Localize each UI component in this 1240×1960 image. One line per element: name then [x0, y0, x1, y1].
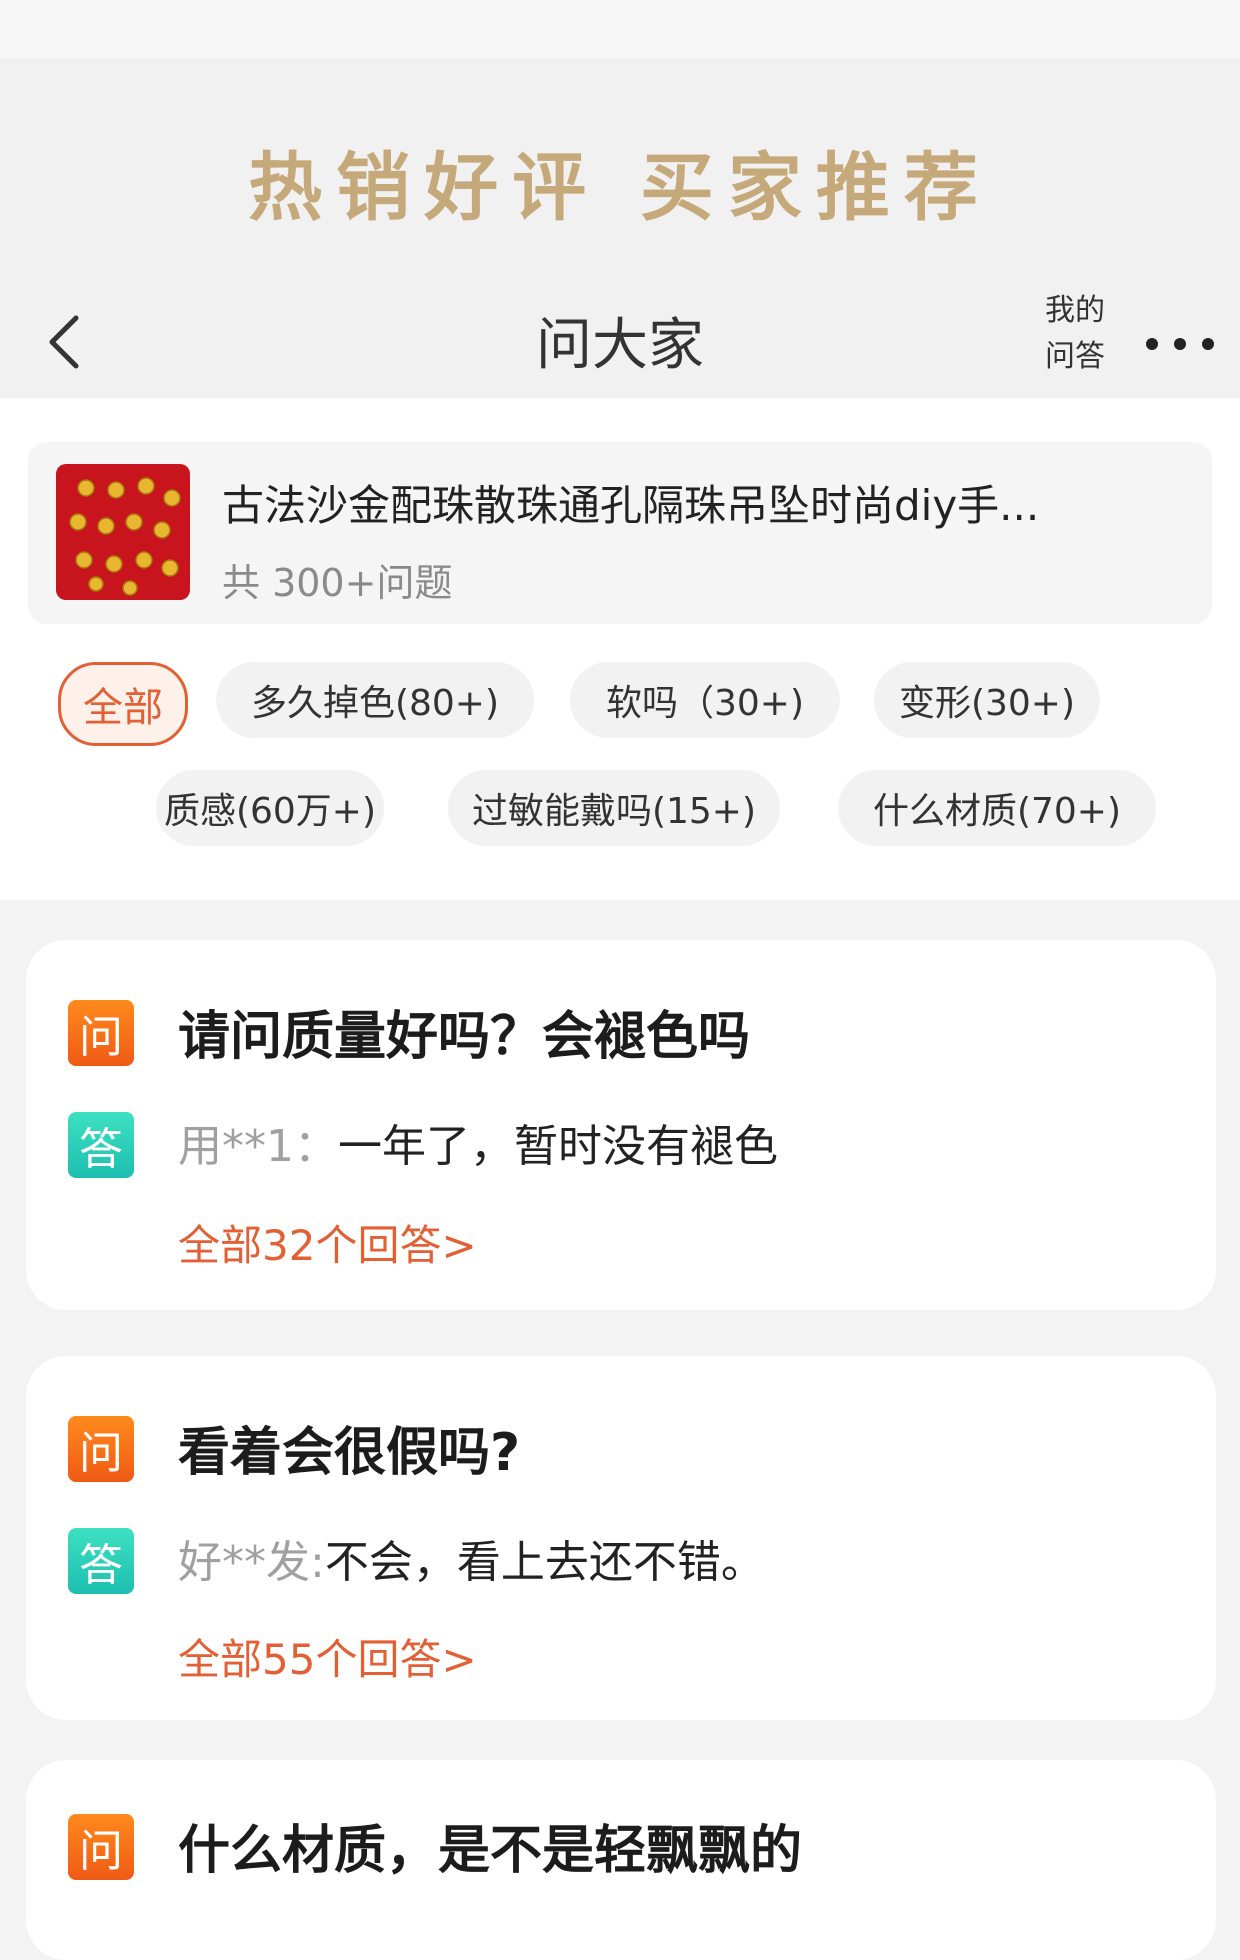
status-strip	[0, 0, 1240, 58]
all-answers-link[interactable]: 全部55个回答>	[178, 1626, 477, 1687]
answer-badge: 答	[68, 1528, 134, 1594]
answer-user: 用**1：	[178, 1121, 338, 1172]
promo-banner: 热销好评 买家推荐	[0, 58, 1240, 288]
qa-card[interactable]: 问 什么材质，是不是轻飘飘的	[26, 1760, 1216, 1960]
chip-fading[interactable]: 多久掉色(80+)	[216, 662, 534, 738]
chip-allergy[interactable]: 过敏能戴吗(15+)	[448, 770, 780, 846]
question-text: 什么材质，是不是轻飘飘的	[178, 1821, 803, 1881]
my-qa-label-line2: 问答	[1045, 339, 1105, 374]
qa-card[interactable]: 问 看着会很假吗? 答 好**发:不会，看上去还不错。 全部55个回答>	[26, 1356, 1216, 1720]
my-qa-button[interactable]: 我的 问答	[1030, 288, 1120, 380]
chip-all[interactable]: 全部	[58, 662, 188, 746]
my-qa-label-line1: 我的	[1045, 293, 1105, 328]
product-title: 古法沙金配珠散珠通孔隔珠吊坠时尚diy手...	[222, 481, 1040, 530]
question-text: 看着会很假吗?	[178, 1423, 521, 1483]
chip-deformation[interactable]: 变形(30+)	[874, 662, 1100, 738]
more-dots-icon	[1146, 338, 1214, 350]
product-section: 古法沙金配珠散珠通孔隔珠吊坠时尚diy手... 共 300+问题 全部 多久掉色…	[0, 398, 1240, 900]
answer-line: 好**发:不会，看上去还不错。	[178, 1526, 765, 1590]
question-badge: 问	[68, 1000, 134, 1066]
answer-line: 用**1：一年了，暂时没有褪色	[178, 1110, 778, 1174]
nav-bar: 问大家 我的 问答	[0, 288, 1240, 398]
qa-card[interactable]: 问 请问质量好吗？会褪色吗 答 用**1：一年了，暂时没有褪色 全部32个回答>	[26, 940, 1216, 1310]
gold-beads-thumbnail	[56, 464, 190, 600]
product-card[interactable]: 古法沙金配珠散珠通孔隔珠吊坠时尚diy手... 共 300+问题	[28, 442, 1212, 624]
answer-badge: 答	[68, 1112, 134, 1178]
chip-softness[interactable]: 软吗（30+)	[570, 662, 840, 738]
more-button[interactable]	[1140, 308, 1220, 368]
question-badge: 问	[68, 1416, 134, 1482]
question-badge: 问	[68, 1814, 134, 1880]
answer-user: 好**发:	[178, 1537, 325, 1588]
answer-text: 一年了，暂时没有褪色	[338, 1121, 778, 1172]
banner-slogan: 热销好评 买家推荐	[248, 145, 992, 231]
all-answers-link[interactable]: 全部32个回答>	[178, 1212, 477, 1273]
chip-material[interactable]: 什么材质(70+)	[838, 770, 1156, 846]
question-count: 共 300+问题	[222, 561, 453, 605]
question-text: 请问质量好吗？会褪色吗	[178, 1007, 751, 1067]
chip-texture[interactable]: 质感(60万+)	[156, 770, 384, 846]
answer-text: 不会，看上去还不错。	[324, 1537, 765, 1588]
